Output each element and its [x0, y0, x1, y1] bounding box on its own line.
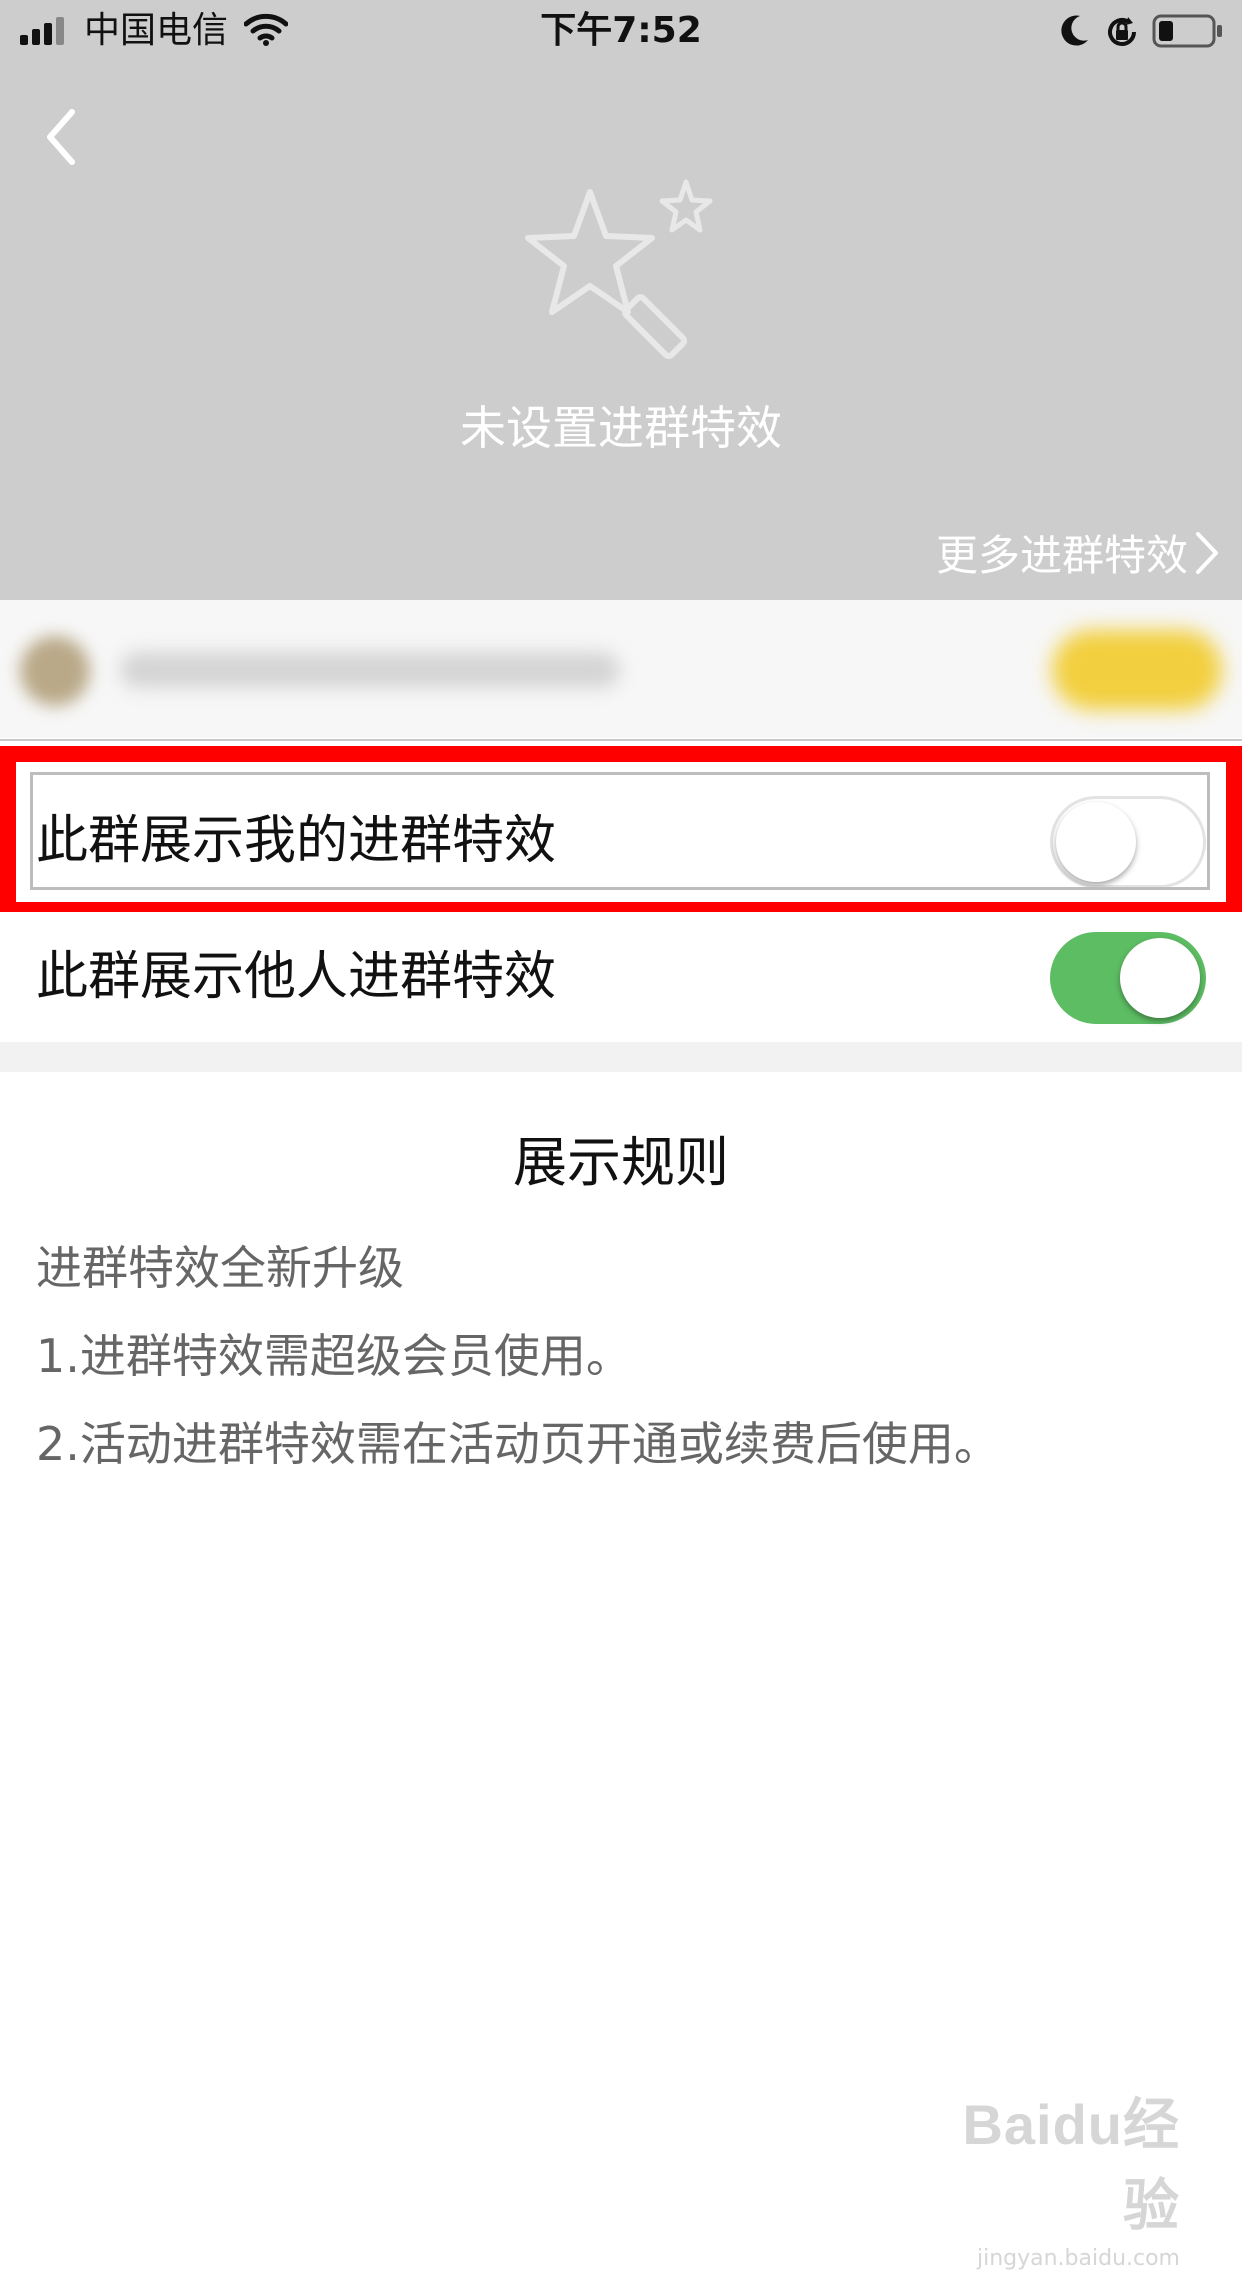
show-others-effect-toggle[interactable]: [1050, 932, 1206, 1024]
more-effects-label: 更多进群特效: [935, 531, 1188, 580]
section-gap: [0, 1042, 1242, 1072]
more-effects-link[interactable]: 更多进群特效: [936, 522, 1222, 583]
magic-wand-star-icon: [525, 179, 713, 360]
chevron-right-icon: [1196, 531, 1218, 574]
do-not-disturb-icon: [1061, 15, 1088, 46]
effect-status-title: 未设置进群特效: [460, 401, 782, 455]
chevron-left-icon[interactable]: [36, 92, 96, 182]
toggle-knob: [1120, 938, 1200, 1018]
status-time: 下午7:52: [540, 10, 702, 51]
blurred-promo-banner[interactable]: [0, 600, 1242, 738]
rule-line: 1.进群特效需超级会员使用。: [36, 1329, 632, 1383]
orientation-lock-icon: [1108, 17, 1136, 46]
rule-line: 2.活动进群特效需在活动页开通或续费后使用。: [36, 1417, 1000, 1471]
blurred-avatar: [20, 636, 90, 706]
divider: [0, 739, 1242, 741]
effect-header: 未设置进群特效 更多进群特效: [0, 62, 1242, 600]
watermark-url: jingyan.baidu.com: [976, 2246, 1180, 2271]
rule-line: 进群特效全新升级: [36, 1241, 404, 1295]
setting-row-show-others-effect: 此群展示他人进群特效: [0, 912, 1242, 1042]
baidu-jingyan-watermark: Baidu经验 jingyan.baidu.com: [960, 2080, 1180, 2271]
watermark-logo: Baidu经验: [962, 2093, 1180, 2237]
status-bar: 中国电信 下午7:52: [0, 0, 1242, 62]
setting-label-show-others-effect: 此群展示他人进群特效: [36, 947, 557, 1007]
battery-icon: [1152, 14, 1222, 48]
blurred-promo-text: [120, 652, 620, 688]
highlight-inner-frame: [30, 772, 1210, 890]
blurred-promo-button[interactable]: [1052, 630, 1222, 710]
rules-title: 展示规则: [513, 1131, 729, 1194]
